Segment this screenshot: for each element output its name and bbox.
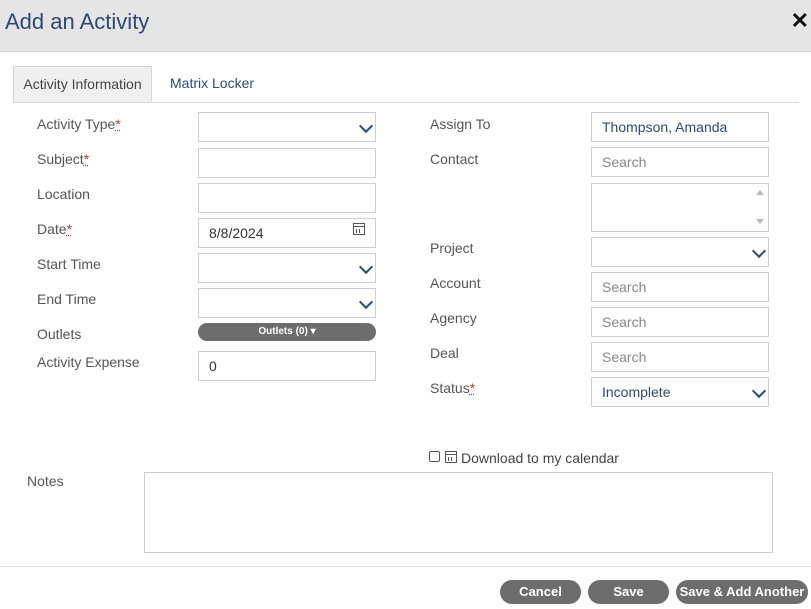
- deal-search-input[interactable]: [591, 342, 769, 372]
- location-label: Location: [37, 186, 90, 202]
- activity-expense-label: Activity Expense: [37, 354, 140, 370]
- date-input[interactable]: [198, 218, 376, 248]
- subject-input[interactable]: [198, 148, 376, 178]
- required-mark: *: [469, 380, 476, 396]
- subject-label: Subject*: [37, 151, 89, 167]
- deal-label: Deal: [430, 345, 459, 361]
- date-label: Date*: [37, 221, 72, 237]
- contact-search-input[interactable]: [591, 147, 769, 177]
- calendar-icon[interactable]: [353, 223, 365, 235]
- subject-label-text: Subject: [37, 151, 84, 167]
- download-calendar-label: Download to my calendar: [461, 450, 619, 466]
- agency-search-input[interactable]: [591, 307, 769, 337]
- scroll-up-icon[interactable]: [756, 190, 764, 195]
- date-label-text: Date: [37, 221, 67, 237]
- account-label: Account: [430, 275, 481, 291]
- activity-type-select[interactable]: [198, 112, 376, 142]
- activity-type-label-text: Activity Type: [37, 116, 116, 132]
- notes-label: Notes: [27, 473, 64, 489]
- tab-matrix-locker[interactable]: Matrix Locker: [170, 66, 254, 102]
- footer-divider: [0, 566, 811, 567]
- outlets-button[interactable]: Outlets (0) ▾: [198, 323, 376, 341]
- notes-textarea[interactable]: [144, 472, 773, 553]
- status-select[interactable]: Incomplete: [591, 377, 769, 407]
- required-mark: *: [66, 221, 73, 237]
- activity-expense-input[interactable]: [198, 351, 376, 381]
- required-mark: *: [115, 116, 121, 132]
- calendar-icon: [445, 451, 457, 463]
- required-mark: *: [83, 151, 90, 167]
- outlets-label: Outlets: [37, 326, 82, 342]
- assign-to-input[interactable]: [591, 112, 769, 142]
- activity-type-label: Activity Type*: [37, 116, 121, 132]
- tab-bar: Activity Information Matrix Locker: [13, 66, 799, 103]
- status-label: Status*: [430, 380, 475, 396]
- close-icon[interactable]: ✕: [791, 9, 809, 33]
- save-button[interactable]: Save: [588, 580, 669, 604]
- tab-activity-information[interactable]: Activity Information: [13, 66, 152, 102]
- save-add-another-button[interactable]: Save & Add Another: [676, 580, 808, 604]
- dialog-header: Add an Activity ✕: [0, 0, 811, 52]
- start-time-select[interactable]: [198, 253, 376, 283]
- agency-label: Agency: [430, 310, 477, 326]
- start-time-label: Start Time: [37, 256, 101, 272]
- location-input[interactable]: [198, 183, 376, 213]
- cancel-button[interactable]: Cancel: [500, 580, 581, 604]
- contact-list-box[interactable]: [591, 183, 769, 232]
- assign-to-label: Assign To: [430, 116, 491, 132]
- status-label-text: Status: [430, 380, 470, 396]
- account-search-input[interactable]: [591, 272, 769, 302]
- end-time-label: End Time: [37, 291, 97, 307]
- end-time-select[interactable]: [198, 288, 376, 318]
- contact-label: Contact: [430, 151, 479, 167]
- download-checkbox[interactable]: [429, 451, 440, 462]
- dialog-title: Add an Activity: [5, 9, 150, 34]
- scroll-down-icon[interactable]: [756, 219, 764, 224]
- project-label: Project: [430, 240, 474, 256]
- project-select[interactable]: [591, 237, 769, 267]
